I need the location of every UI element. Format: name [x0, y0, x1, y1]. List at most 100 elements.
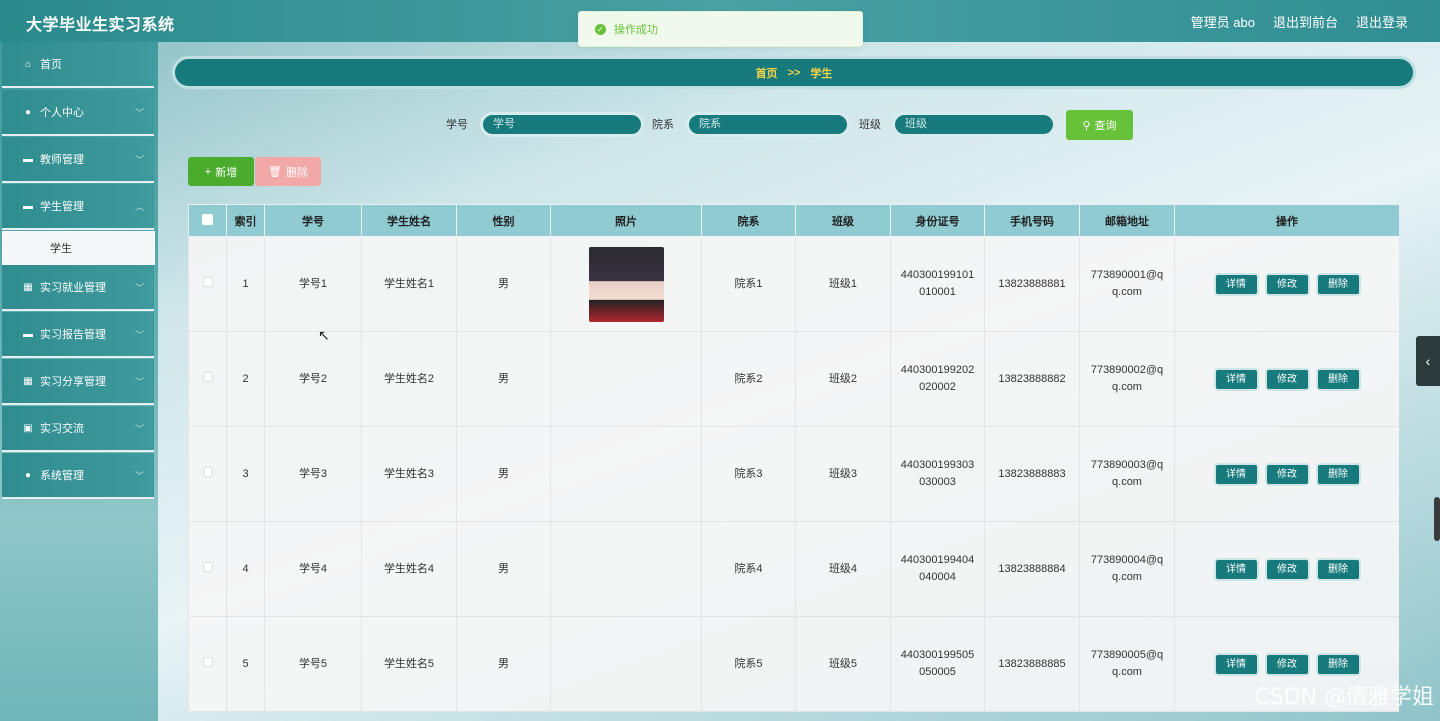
detail-button[interactable]: 详情 [1213, 367, 1259, 391]
cell-student-id: 学号5 [264, 616, 362, 712]
detail-button[interactable]: 详情 [1213, 272, 1259, 296]
cell-gender: 男 [456, 236, 551, 332]
row-checkbox[interactable] [202, 656, 213, 667]
cell-phone: 13823888883 [984, 426, 1080, 522]
email-part: q.com [1112, 476, 1142, 488]
cell-actions: 详情 修改 删除 [1174, 426, 1399, 522]
select-all-checkbox[interactable] [202, 213, 213, 225]
table-row: 1 学号1 学生姓名1 男 院系1 班级1 440300199101 010001… [188, 236, 1399, 332]
row-checkbox[interactable] [202, 561, 213, 572]
batch-delete-button[interactable]: 🗑 删除 [255, 157, 321, 186]
cell-photo [550, 616, 702, 712]
exit-to-front-link[interactable]: 退出到前台 [1273, 12, 1338, 31]
cell-photo [550, 426, 702, 522]
edit-button[interactable]: 修改 [1264, 272, 1310, 296]
cell-gender: 男 [456, 331, 551, 427]
department-search-input[interactable]: 院系 [686, 112, 850, 137]
clipboard-icon: ▣ [23, 422, 33, 434]
sidebar-item-internship-share[interactable]: ▦ 实习分享管理 ﹀ [2, 359, 154, 405]
breadcrumb-home[interactable]: 首页 [756, 65, 778, 81]
student-table: 索引 学号 学生姓名 性别 照片 院系 班级 身份证号 手机号码 邮箱地址 操作… [188, 204, 1399, 721]
sidebar-subitem-student[interactable]: 学生 [2, 231, 155, 265]
cell-email: 773890001@q q.com [1079, 236, 1175, 332]
sidebar-item-home[interactable]: ⌂ 首页 [2, 42, 154, 88]
col-photo: 照片 [550, 204, 702, 237]
col-student-id: 学号 [264, 204, 362, 237]
sidebar-item-label: 学生管理 [40, 201, 84, 213]
edit-button[interactable]: 修改 [1264, 367, 1310, 391]
scrollbar-thumb[interactable] [1434, 497, 1440, 541]
student-id-label: 学号 [446, 119, 468, 131]
cell-id-number: 440300199505 050005 [890, 616, 985, 712]
cell-student-name: 学生姓名3 [361, 426, 457, 522]
sidebar-item-internship-exchange[interactable]: ▣ 实习交流 ﹀ [2, 406, 154, 452]
chevron-down-icon: ﹀ [134, 154, 144, 165]
batch-delete-button-label: 删除 [285, 166, 308, 179]
detail-button[interactable]: 详情 [1213, 652, 1259, 676]
table-row: 4 学号4 学生姓名4 男 院系4 班级4 440300199404 040004… [188, 521, 1399, 617]
detail-button[interactable]: 详情 [1213, 462, 1259, 486]
department-label: 院系 [652, 119, 674, 131]
cell-department: 院系4 [701, 521, 796, 617]
monitor-icon: ▬ [23, 200, 33, 212]
id-number-part: 040004 [919, 571, 956, 583]
edit-button[interactable]: 修改 [1264, 557, 1310, 581]
cell-class: 班级4 [795, 521, 891, 617]
cell-class: 班级5 [795, 616, 891, 712]
admin-user-label: 管理员 abo [1190, 15, 1255, 30]
plus-icon: + [204, 165, 212, 178]
cell-id-number: 440300199202 020002 [890, 331, 985, 427]
email-part: q.com [1112, 381, 1142, 393]
sidebar-item-teacher-mgmt[interactable]: ▬ 教师管理 ﹀ [2, 137, 154, 183]
cell-index: 3 [226, 426, 265, 522]
search-button[interactable]: ⚲ 查询 [1066, 110, 1133, 140]
sidebar-item-internship-report[interactable]: ▬ 实习报告管理 ﹀ [2, 312, 154, 358]
cell-student-id: 学号1 [264, 236, 362, 332]
cell-phone: 13823888884 [984, 521, 1080, 617]
delete-button[interactable]: 删除 [1315, 367, 1361, 391]
cell-phone: 13823888881 [984, 236, 1080, 332]
delete-button[interactable]: 删除 [1315, 272, 1361, 296]
cell-student-name: 学生姓名1 [361, 236, 457, 332]
row-checkbox[interactable] [202, 466, 213, 477]
chevron-left-icon: ‹ [1425, 353, 1431, 369]
cell-gender: 男 [456, 426, 551, 522]
student-id-search-input[interactable]: 学号 [480, 112, 644, 137]
edit-button[interactable]: 修改 [1264, 652, 1310, 676]
sidebar-item-personal-center[interactable]: ● 个人中心 ﹀ [2, 90, 154, 136]
col-department: 院系 [701, 204, 796, 237]
collapse-panel-tab[interactable]: ‹ [1416, 336, 1440, 386]
logout-link[interactable]: 退出登录 [1356, 12, 1408, 31]
col-gender: 性别 [456, 204, 551, 237]
app-title: 大学毕业生实习系统 [26, 17, 175, 34]
col-student-name: 学生姓名 [361, 204, 457, 237]
email-part: 773890002@q [1090, 364, 1164, 376]
row-checkbox[interactable] [202, 371, 213, 382]
row-checkbox[interactable] [202, 276, 213, 287]
select-all-cell[interactable] [188, 204, 227, 237]
edit-button[interactable]: 修改 [1264, 462, 1310, 486]
chevron-down-icon: ﹀ [134, 470, 144, 481]
sidebar-item-label: 实习就业管理 [40, 282, 106, 294]
sidebar-item-label: 实习分享管理 [40, 376, 106, 388]
chat-icon: ▬ [23, 328, 33, 340]
delete-button[interactable]: 删除 [1315, 557, 1361, 581]
sidebar-item-internship-employment[interactable]: ▦ 实习就业管理 ﹀ [2, 265, 154, 311]
grid-icon: ▦ [23, 375, 33, 387]
email-part: q.com [1112, 666, 1142, 678]
search-icon: ⚲ [1082, 119, 1091, 132]
mouse-cursor-icon: ↖ [318, 327, 330, 343]
sidebar-item-student-mgmt[interactable]: ▬ 学生管理 ︿ [2, 184, 154, 230]
sidebar-item-system-mgmt[interactable]: ● 系统管理 ﹀ [2, 453, 154, 499]
col-phone: 手机号码 [984, 204, 1080, 237]
cell-phone: 13823888882 [984, 331, 1080, 427]
delete-button[interactable]: 删除 [1315, 462, 1361, 486]
add-button[interactable]: + 新增 [188, 157, 254, 186]
cell-id-number: 440300199101 010001 [890, 236, 985, 332]
cell-photo [550, 236, 702, 332]
detail-button[interactable]: 详情 [1213, 557, 1259, 581]
sidebar-subitem-label: 学生 [50, 243, 72, 255]
delete-button[interactable]: 删除 [1315, 652, 1361, 676]
chevron-down-icon: ﹀ [134, 423, 144, 434]
class-search-input[interactable]: 班级 [892, 112, 1056, 137]
